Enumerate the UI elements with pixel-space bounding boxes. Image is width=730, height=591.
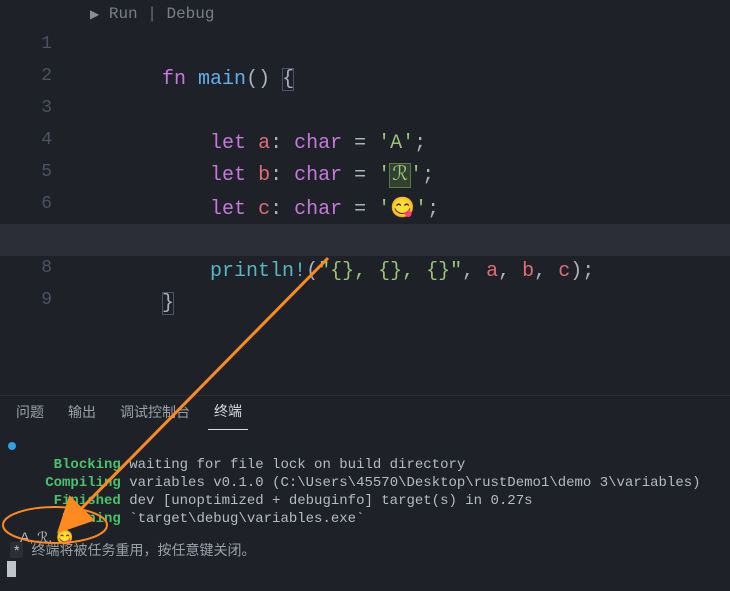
quote-open: ' (378, 198, 390, 221)
semi: ; (582, 260, 594, 283)
comma: , (498, 260, 522, 283)
cargo-blocking-text: waiting for file lock on build directory (121, 457, 465, 473)
comma: , (534, 260, 558, 283)
paren-close: ) (258, 68, 270, 91)
arg-c: c (558, 260, 570, 283)
macro-println: println (210, 260, 294, 283)
paren-open: ( (246, 68, 258, 91)
panel-tabs: 问题 输出 调试控制台 终端 (0, 396, 730, 430)
cargo-finished-text: dev [unoptimized + debuginfo] target(s) … (121, 493, 533, 509)
tab-terminal[interactable]: 终端 (208, 395, 248, 430)
brace-open: { (282, 68, 294, 91)
fmt-string: "{}, {}, {}" (318, 260, 462, 283)
tab-debug-console[interactable]: 调试控制台 (114, 396, 196, 430)
codelens-separator: | (138, 5, 167, 23)
terminal-cursor (7, 561, 16, 577)
quote-close: ' (415, 198, 427, 221)
cargo-blocking-label: Blocking (54, 457, 121, 473)
cargo-finished-label: Finished (54, 493, 121, 509)
paren-close: ) (570, 260, 582, 283)
fn-main: main (198, 68, 246, 91)
colon: : (270, 198, 294, 221)
arg-b: b (522, 260, 534, 283)
var-c: c (258, 198, 270, 221)
terminal-close-hint: * 终端将被任务重用，按任意键关闭。 (10, 540, 255, 560)
line-number: 6 (41, 194, 52, 214)
line-number: 8 (41, 258, 52, 278)
line-number: 9 (41, 290, 52, 310)
task-indicator-icon (8, 442, 16, 450)
kw-let: let (210, 198, 246, 221)
code-area[interactable]: fn main() { let a: char = 'A'; let b: ch… (90, 0, 138, 448)
eq: = (342, 198, 378, 221)
hint-badge: * (10, 542, 23, 558)
code-editor[interactable]: 1 2 3 4 5 6 7 8 9 ▶ Run | Debug fn main(… (0, 0, 730, 395)
arg-a: a (486, 260, 498, 283)
line-number-gutter: 1 2 3 4 5 6 7 8 9 (0, 0, 72, 395)
tab-output[interactable]: 输出 (62, 396, 102, 430)
line-number: 4 (41, 130, 52, 150)
tab-problems[interactable]: 问题 (10, 396, 50, 430)
line-number: 3 (41, 98, 52, 118)
line-number: 1 (41, 34, 52, 54)
codelens-debug[interactable]: Debug (166, 5, 214, 23)
paren-open: ( (306, 260, 318, 283)
macro-bang: ! (294, 260, 306, 283)
type-char: char (294, 198, 342, 221)
line-number: 2 (41, 66, 52, 86)
line-number: 5 (41, 162, 52, 182)
bottom-panel: 问题 输出 调试控制台 终端 Blocking waiting for file… (0, 395, 730, 591)
brace-close: } (162, 292, 174, 315)
cargo-compiling-text: variables v0.1.0 (C:\Users\45570\Desktop… (121, 475, 701, 491)
hint-text: 终端将被任务重用，按任意键关闭。 (31, 540, 255, 560)
char-literal-c-emoji: 😋 (390, 197, 415, 219)
kw-fn: fn (162, 68, 186, 91)
semi: ; (427, 198, 439, 221)
cargo-compiling-label: Compiling (45, 475, 121, 491)
cargo-running-text: `target\debug\variables.exe` (121, 511, 365, 527)
comma: , (462, 260, 486, 283)
cargo-running-label: Running (62, 511, 121, 527)
